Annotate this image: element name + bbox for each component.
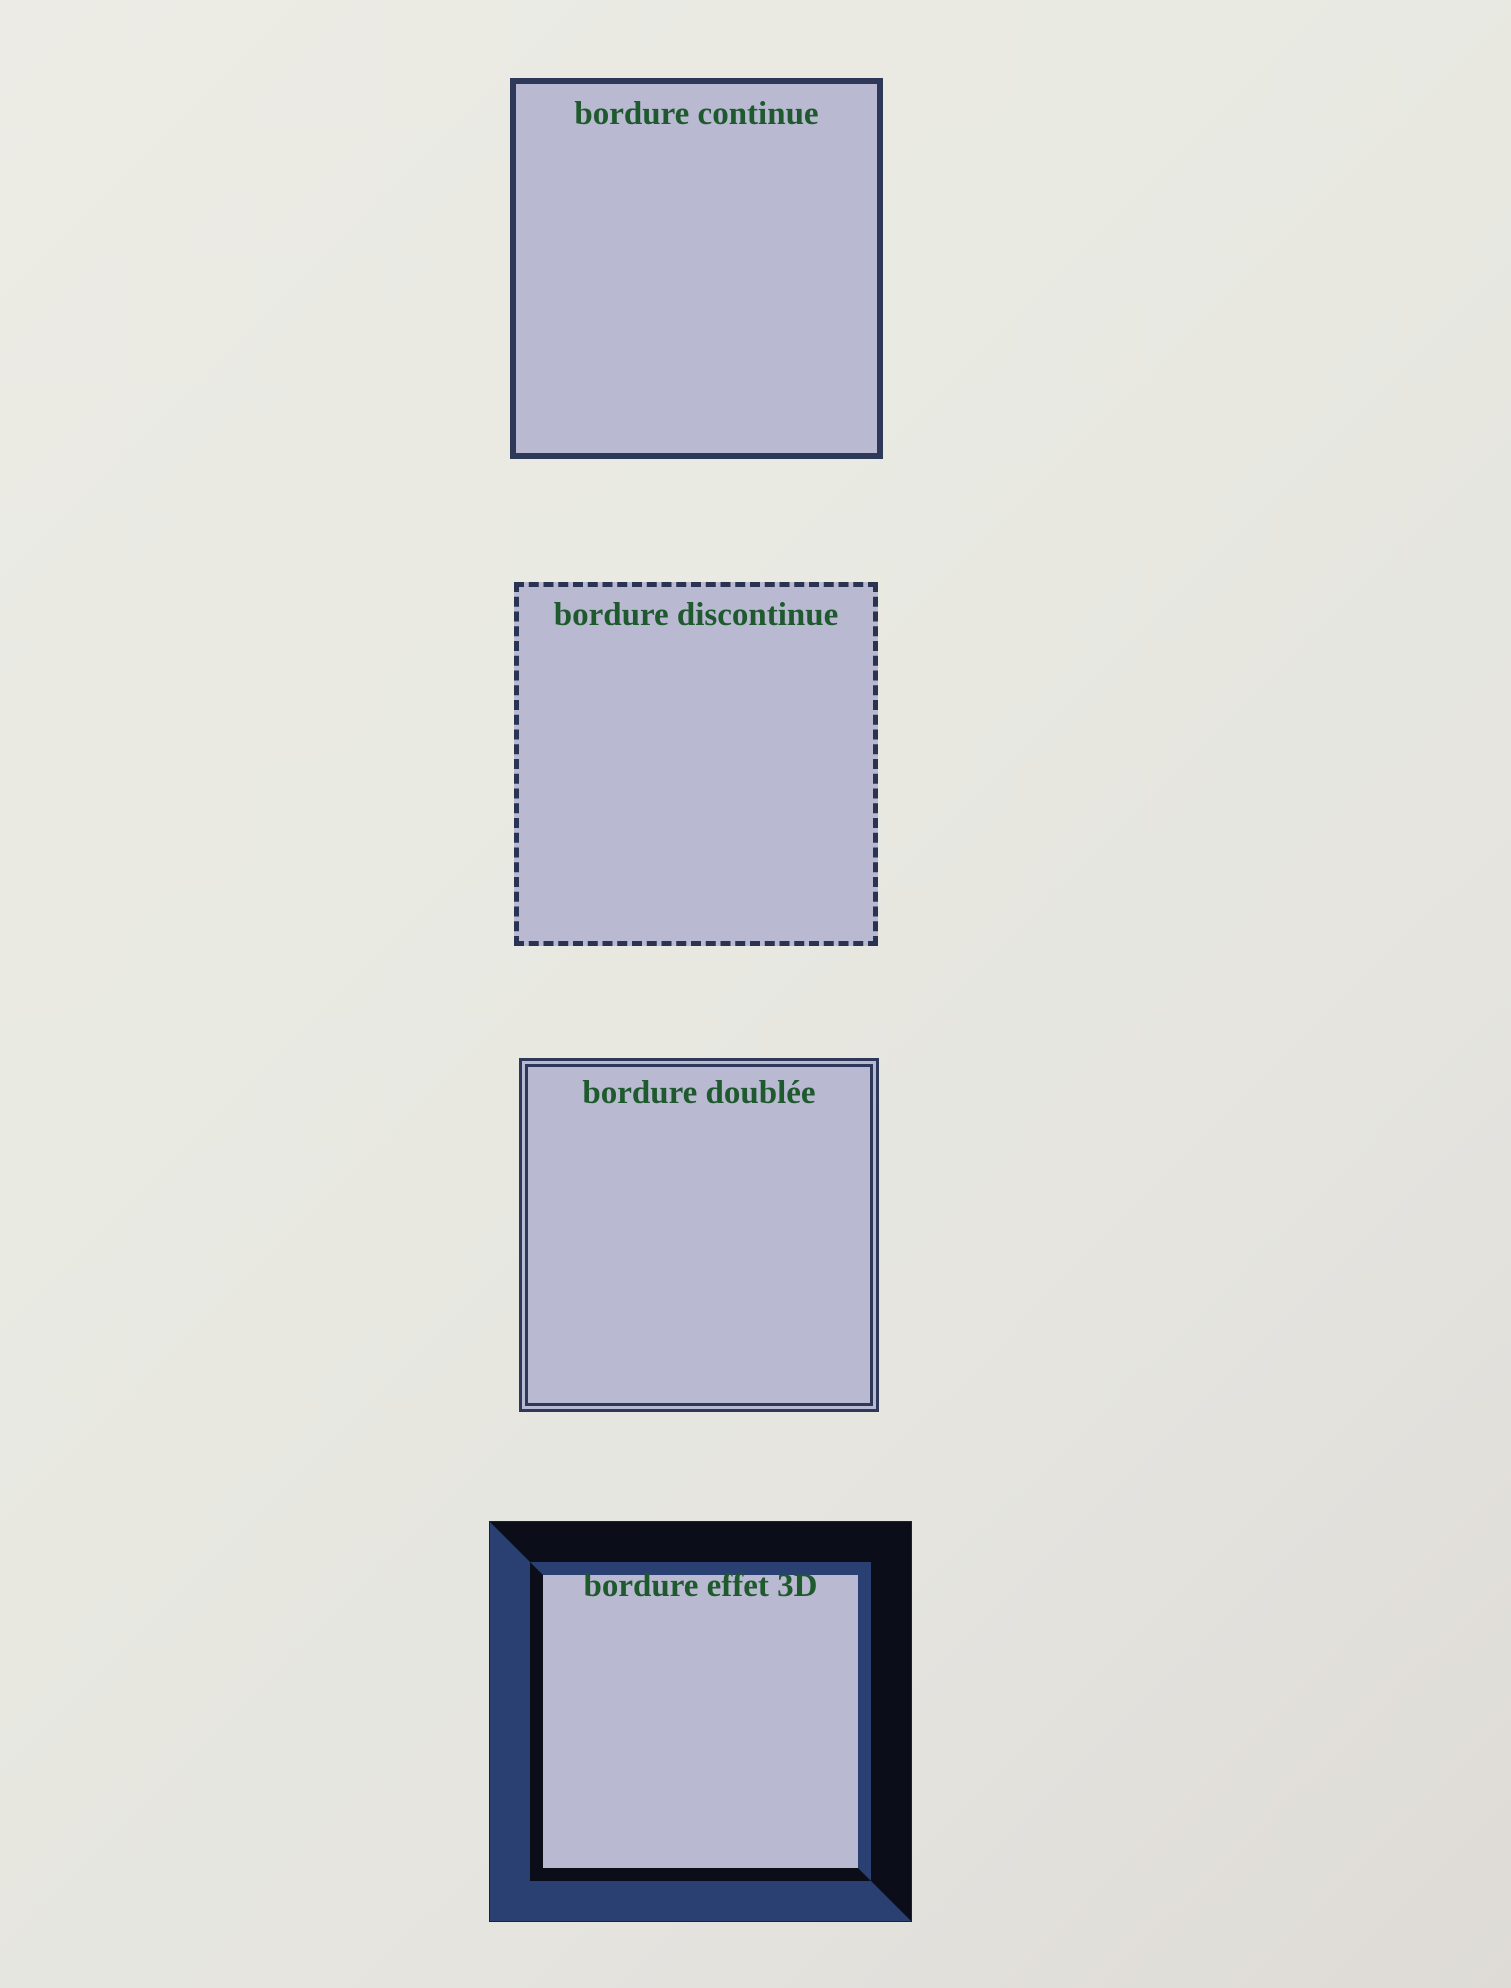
dashed-border-box: bordure discontinue (514, 582, 878, 946)
solid-border-box: bordure continue (510, 78, 883, 459)
3d-border-label: bordure effet 3D (583, 1568, 818, 1604)
solid-border-label: bordure continue (574, 96, 819, 132)
double-border-box: bordure doublée (519, 1058, 879, 1412)
3d-border-inner-bevel (530, 1562, 871, 1881)
dashed-border-label: bordure discontinue (553, 597, 839, 633)
double-border-label: bordure doublée (582, 1075, 816, 1111)
3d-border-box: bordure effet 3D (490, 1522, 911, 1921)
